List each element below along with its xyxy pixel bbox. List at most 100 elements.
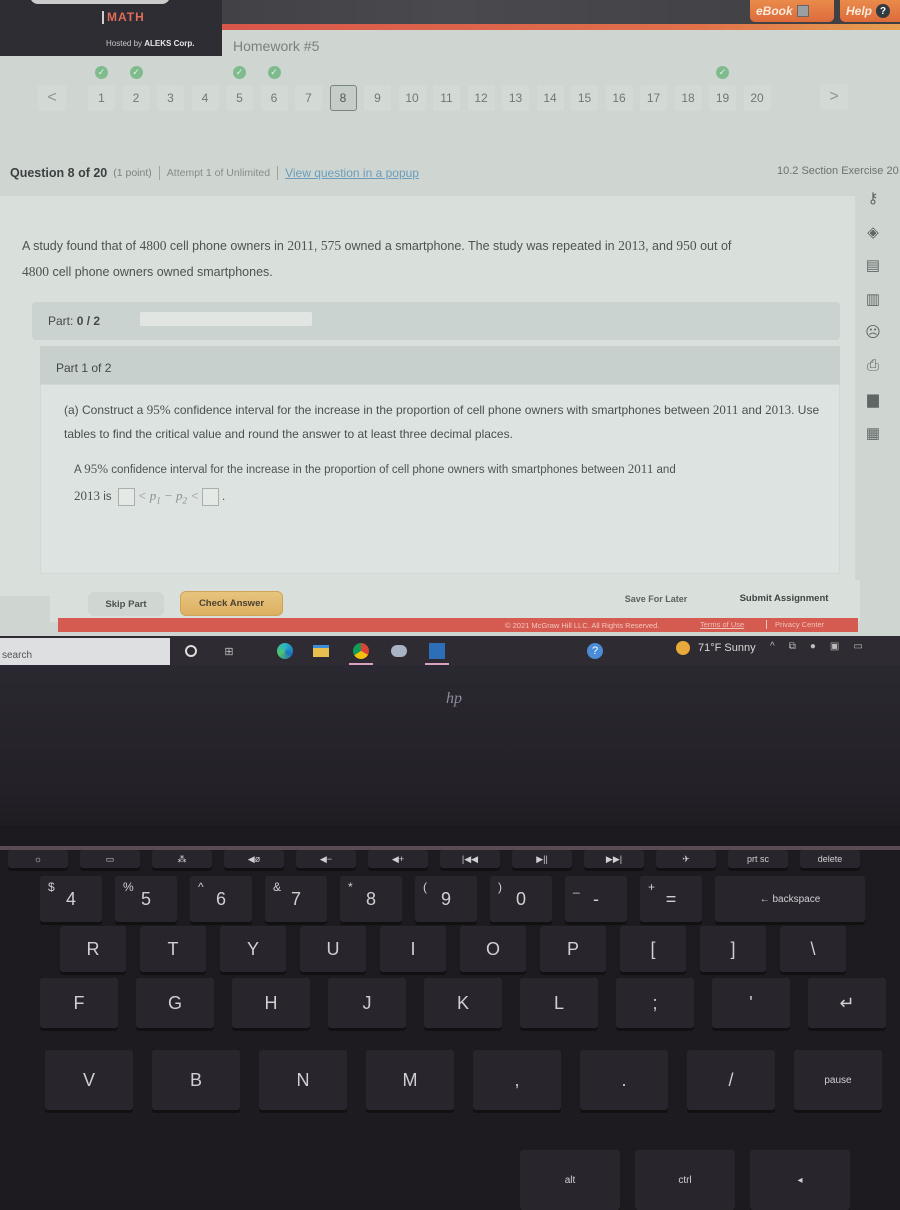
question-number-17[interactable]: 17	[640, 85, 667, 111]
letter-key: B	[152, 1050, 240, 1110]
tray-network-icon[interactable]: ▣	[830, 641, 839, 652]
letter-key: /	[687, 1050, 775, 1110]
help-button[interactable]: Help ?	[840, 0, 900, 22]
question-number-19[interactable]: 19 ✓	[709, 66, 736, 111]
ebook-icon[interactable]: ▥	[861, 287, 885, 311]
screen: MATH Hosted by ALEKS Corp. Homework #5 e…	[0, 0, 900, 665]
ask-help-icon[interactable]: ☹	[861, 320, 885, 344]
header-accent-stripe	[220, 24, 900, 30]
function-key: ◀−	[296, 850, 356, 868]
function-key: ▭	[80, 850, 140, 868]
ebook-button[interactable]: eBook	[750, 0, 834, 22]
function-key: ▶▶|	[584, 850, 644, 868]
edge-browser-icon[interactable]	[276, 642, 294, 660]
assignment-title: Homework #5	[233, 38, 320, 54]
notes-icon[interactable]: ▤	[861, 253, 885, 277]
chrome-browser-icon[interactable]	[352, 642, 370, 660]
weather-widget[interactable]: 71°F Sunny	[676, 641, 756, 655]
letter-key: .	[580, 1050, 668, 1110]
question-number-18[interactable]: 18	[674, 85, 702, 111]
question-number-12[interactable]: 12	[467, 85, 495, 111]
question-number-11[interactable]: 11	[433, 85, 460, 111]
get-help-icon[interactable]: ?	[586, 642, 604, 660]
privacy-center-link[interactable]: Privacy Center	[766, 620, 824, 629]
divider	[158, 166, 160, 180]
letter-key: F	[40, 978, 118, 1028]
book-icon	[796, 5, 809, 17]
file-explorer-icon[interactable]	[312, 642, 330, 660]
question-number-3[interactable]: 3	[157, 85, 184, 111]
app-icon[interactable]	[390, 642, 408, 660]
task-view-icon[interactable]: ⊞	[220, 642, 238, 660]
view-popup-link[interactable]: View question in a popup	[285, 166, 419, 180]
letter-key: G	[136, 978, 214, 1028]
question-number-15[interactable]: 15	[571, 85, 598, 111]
previous-question-button[interactable]: <	[38, 85, 66, 111]
question-number-10[interactable]: 10	[398, 85, 426, 111]
letter-key: P	[540, 926, 606, 972]
logo-hosted-by: Hosted by ALEKS Corp.	[106, 39, 195, 48]
tray-app-icon[interactable]: ●	[810, 641, 816, 652]
letter-key: K	[424, 978, 502, 1028]
next-question-button[interactable]: >	[820, 84, 848, 110]
word-app-icon[interactable]	[428, 642, 446, 660]
submit-assignment-button[interactable]: Submit Assignment	[720, 588, 848, 608]
tray-display-icon[interactable]: ⧉	[789, 641, 796, 652]
logo-product: MATH	[102, 11, 145, 24]
letter-key: Y	[220, 926, 286, 972]
letter-key: V	[45, 1050, 133, 1110]
lower-bound-input[interactable]	[117, 487, 135, 506]
hp-logo: hp	[446, 690, 462, 707]
taskbar-search-input[interactable]: search	[0, 638, 170, 665]
skip-part-button[interactable]: Skip Part	[88, 592, 164, 616]
question-number-9[interactable]: 9	[364, 85, 391, 111]
part-progress-track	[140, 312, 312, 326]
completed-check-icon: ✓	[129, 66, 143, 79]
check-answer-button[interactable]: Check Answer	[180, 591, 283, 616]
letter-key: '	[712, 978, 790, 1028]
question-title: Question 8 of 20	[10, 166, 108, 180]
question-number-8[interactable]: 8	[329, 85, 357, 111]
question-number-4[interactable]: 4	[191, 85, 219, 111]
number-key: 5%	[115, 876, 177, 922]
part-instruction: (a) Construct a 95% confidence interval …	[64, 402, 820, 441]
problem-statement: A study found that of 4800 cell phone ow…	[22, 238, 732, 279]
question-number-6[interactable]: 6 ✓	[260, 66, 288, 111]
print-icon[interactable]: ⎙	[861, 354, 885, 378]
save-for-later-button[interactable]: Save For Later	[604, 590, 708, 608]
key-icon[interactable]: ⚷	[861, 186, 885, 210]
tray-battery-icon[interactable]: ▭	[853, 641, 862, 652]
letter-key: M	[366, 1050, 454, 1110]
tool-sidebar: ⚷ ◈ ▤ ▥ ☹ ⎙ ▆ ▦	[858, 186, 888, 456]
number-key: 8 *	[340, 876, 402, 922]
question-number-5[interactable]: 5 ✓	[226, 66, 253, 111]
question-points: (1 point)	[113, 167, 152, 179]
question-number-20[interactable]: 20	[743, 85, 771, 111]
function-key: ☼	[8, 850, 68, 868]
upper-bound-input[interactable]	[202, 487, 220, 506]
function-key: ◀+	[368, 850, 428, 868]
question-number-13[interactable]: 13	[502, 85, 529, 111]
question-number-2[interactable]: 2 ✓	[122, 66, 150, 111]
tag-icon[interactable]: ◈	[861, 220, 885, 244]
question-number-14[interactable]: 14	[536, 85, 564, 111]
copyright-text: © 2021 McGraw Hill LLC. All Rights Reser…	[505, 621, 660, 630]
number-key: = +	[640, 876, 702, 922]
question-number-16[interactable]: 16	[605, 85, 633, 111]
function-key: ✈	[656, 850, 716, 868]
terms-of-use-link[interactable]: Terms of Use	[700, 620, 744, 629]
cortana-icon[interactable]	[182, 642, 200, 660]
question-navigation: < 1 ✓ 2 ✓ 3 4 5 ✓ 6 ✓ 7 8 9 10 11 12 13 14 15 16 17 18 19 ✓ 20	[38, 66, 778, 112]
question-number-7[interactable]: 7	[295, 85, 322, 111]
calculator-icon[interactable]: ▦	[861, 421, 885, 445]
number-key: 0)	[490, 876, 552, 922]
question-number-1[interactable]: 1 ✓	[88, 66, 115, 111]
function-key: ⁂	[152, 850, 212, 868]
chevron-left-icon: <	[47, 89, 57, 106]
part-current-label: Part 1 of 2	[56, 361, 112, 375]
tray-expand-icon[interactable]: ^	[770, 641, 775, 652]
chevron-right-icon: >	[829, 88, 839, 105]
physical-keyboard: ☼ ▭ ⁂ ◀ø ◀− ◀+ |◀◀ ▶|| ▶▶| ✈ prt sc delete 4 $ 5% 6 ^ 7 & 8…	[0, 850, 900, 1210]
logo-wordmark-cutoff	[30, 0, 170, 4]
chart-icon[interactable]: ▆	[861, 387, 885, 411]
